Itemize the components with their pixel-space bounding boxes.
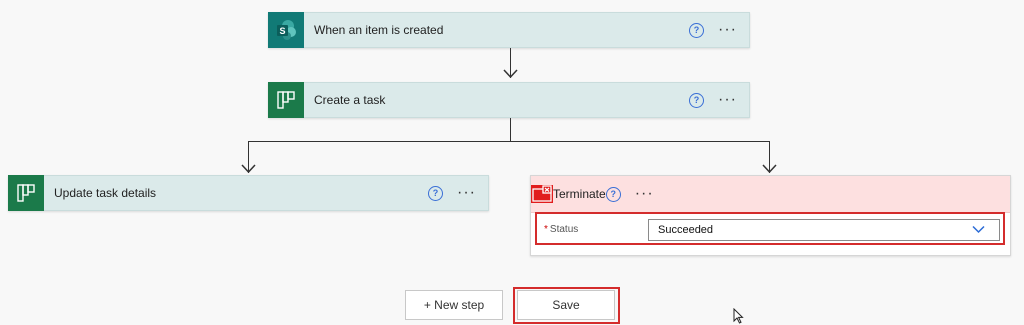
create-task-card[interactable]: Create a task ? ··· [268,82,750,118]
svg-text:S: S [279,26,285,36]
help-icon[interactable]: ? [689,92,705,108]
sharepoint-icon: S [268,12,304,48]
trigger-card[interactable]: S When an item is created ? ··· [268,12,750,48]
update-task-card[interactable]: Update task details ? ··· [8,175,489,211]
arrow-head-icon [503,69,518,79]
update-task-title: Update task details [54,186,157,200]
more-options-icon[interactable]: ··· [718,22,737,38]
connector-line [510,118,511,142]
status-field-highlight: * Status Succeeded [535,212,1005,245]
status-dropdown[interactable]: Succeeded [648,219,1000,241]
connector-line [248,141,770,142]
save-button[interactable]: Save [517,290,615,320]
status-label-text: Status [549,224,579,235]
terminate-card[interactable]: Terminate ? ··· * Status Succeeded [530,175,1011,256]
new-step-button[interactable]: + New step [405,290,503,320]
help-icon[interactable]: ? [605,186,621,202]
planner-icon [268,82,304,118]
terminate-header[interactable]: Terminate ? ··· [531,176,1010,213]
help-icon[interactable]: ? [428,185,444,201]
create-task-title: Create a task [314,93,386,107]
planner-icon [8,175,44,211]
status-label: * Status [544,224,578,235]
trigger-title: When an item is created [314,23,444,37]
more-options-icon[interactable]: ··· [718,92,737,108]
required-marker: * [544,224,548,235]
arrow-head-icon [241,164,256,174]
more-options-icon[interactable]: ··· [635,186,654,202]
terminate-title: Terminate [553,187,606,201]
more-options-icon[interactable]: ··· [457,185,476,201]
help-icon[interactable]: ? [689,22,705,38]
arrow-head-icon [762,164,777,174]
terminate-icon [531,185,553,203]
chevron-down-icon [972,225,985,234]
mouse-cursor-icon [733,308,744,324]
status-value: Succeeded [658,224,714,236]
